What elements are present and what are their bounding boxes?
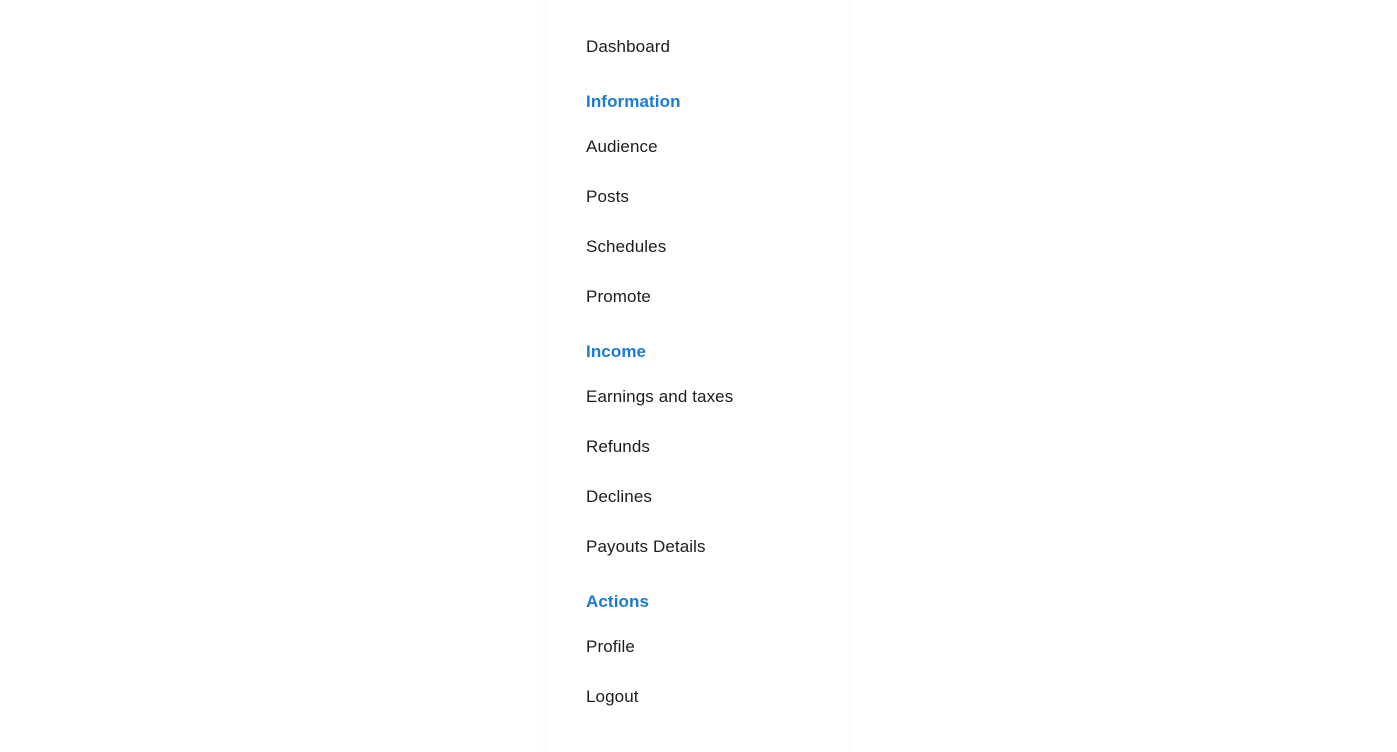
nav-item-schedules[interactable]: Schedules [586, 237, 666, 257]
navigation-panel: Dashboard Information Audience Posts Sch… [547, 0, 848, 752]
nav-section-title-information: Information [586, 92, 681, 111]
nav-item-audience[interactable]: Audience [586, 137, 658, 157]
nav-section-title-income: Income [586, 342, 647, 361]
nav-item-earnings-and-taxes[interactable]: Earnings and taxes [586, 387, 733, 407]
nav-item-profile[interactable]: Profile [586, 637, 635, 657]
nav-item-dashboard[interactable]: Dashboard [586, 37, 670, 57]
nav-item-logout[interactable]: Logout [586, 687, 639, 707]
app-root: Dashboard Information Audience Posts Sch… [0, 0, 1397, 752]
nav-item-posts[interactable]: Posts [586, 187, 629, 207]
nav-item-declines[interactable]: Declines [586, 487, 652, 507]
nav-item-refunds[interactable]: Refunds [586, 437, 650, 457]
nav-item-payouts-details[interactable]: Payouts Details [586, 537, 706, 557]
nav-item-promote[interactable]: Promote [586, 287, 651, 307]
nav-section-title-actions: Actions [586, 592, 650, 611]
